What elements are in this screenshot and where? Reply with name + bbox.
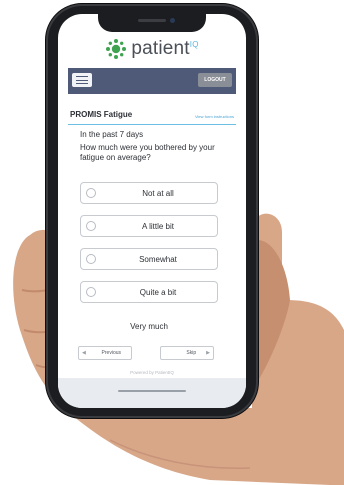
form-instructions-link[interactable]: View form instructions bbox=[195, 114, 234, 119]
question-text: How much were you bothered by your fatig… bbox=[80, 143, 215, 162]
brand-superscript: IQ bbox=[189, 40, 199, 49]
brand-name: patientIQ bbox=[131, 38, 199, 59]
radio-icon[interactable] bbox=[86, 287, 96, 297]
answer-label: Not at all bbox=[142, 189, 174, 198]
answer-option-a-little-bit[interactable]: A little bit bbox=[80, 215, 218, 237]
home-indicator[interactable] bbox=[118, 390, 186, 392]
bottom-band bbox=[58, 378, 246, 408]
patientiq-logo-icon bbox=[106, 39, 127, 59]
answer-option-quite-a-bit[interactable]: Quite a bit bbox=[80, 281, 218, 303]
skip-button[interactable]: Skip ▶ bbox=[160, 346, 214, 360]
radio-icon[interactable] bbox=[86, 188, 96, 198]
answer-option-not-at-all[interactable]: Not at all bbox=[80, 182, 218, 204]
brand-logo: patientIQ bbox=[58, 34, 246, 64]
front-camera-icon bbox=[170, 18, 175, 23]
app-header-bar: LOGOUT bbox=[68, 68, 236, 94]
answer-option-very-much[interactable]: Very much bbox=[80, 322, 218, 331]
chevron-left-icon: ◀ bbox=[82, 350, 86, 356]
logout-button[interactable]: LOGOUT bbox=[198, 73, 232, 87]
hamburger-menu-icon[interactable] bbox=[72, 73, 92, 87]
survey-header: PROMIS Fatigue View form instructions bbox=[68, 110, 236, 125]
powered-by-footer: Powered by PatientIQ bbox=[130, 370, 174, 375]
skip-label: Skip bbox=[186, 350, 197, 356]
question-block: In the past 7 days How much were you bot… bbox=[80, 130, 230, 163]
answer-label: Quite a bit bbox=[139, 288, 177, 297]
survey-title: PROMIS Fatigue bbox=[70, 110, 133, 119]
radio-icon[interactable] bbox=[86, 221, 96, 231]
chevron-right-icon: ▶ bbox=[206, 350, 210, 356]
answer-option-somewhat[interactable]: Somewhat bbox=[80, 248, 218, 270]
speaker-grille bbox=[138, 19, 166, 22]
phone-screen: patientIQ LOGOUT PROMIS Fatigue View for… bbox=[58, 14, 246, 408]
question-period: In the past 7 days bbox=[80, 130, 144, 139]
radio-icon[interactable] bbox=[86, 254, 96, 264]
previous-label: Previous bbox=[101, 350, 121, 356]
answer-label: A little bit bbox=[141, 222, 174, 231]
phone-notch bbox=[98, 12, 206, 32]
previous-button[interactable]: ◀ Previous bbox=[78, 346, 132, 360]
answer-label: Somewhat bbox=[139, 255, 177, 264]
